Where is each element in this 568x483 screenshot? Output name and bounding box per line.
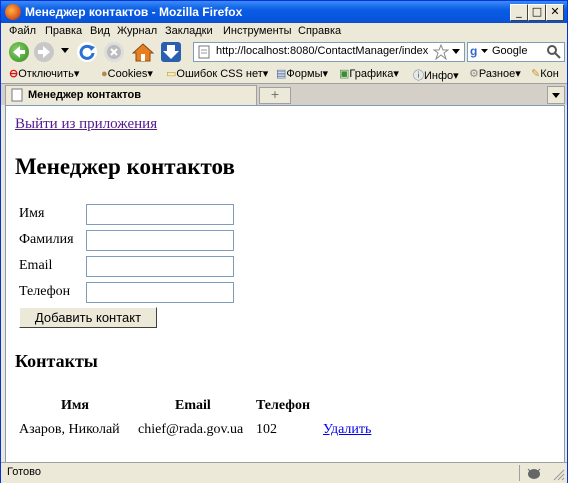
new-tab-button[interactable]: + — [259, 87, 291, 104]
name-input[interactable] — [86, 204, 234, 225]
tab-page-icon — [11, 88, 23, 102]
google-icon[interactable]: g — [470, 44, 477, 58]
contacts-heading: Контакты — [15, 351, 98, 371]
menu-tools[interactable]: Инструменты — [223, 25, 292, 37]
url-bar[interactable]: http://localhost:8080/ContactManager/ind… — [193, 42, 465, 62]
menu-help[interactable]: Справка — [298, 25, 341, 37]
cookies-menu[interactable]: ●Cookies▾ — [101, 67, 153, 80]
column-header-name: Имя — [61, 398, 89, 413]
page-title: Менеджер контактов — [15, 154, 235, 179]
status-bar: Готово — [1, 462, 567, 483]
firebug-icon[interactable] — [525, 465, 543, 481]
url-dropdown-icon[interactable] — [452, 49, 460, 55]
close-button[interactable]: ✕ — [546, 4, 564, 21]
reload-icon — [79, 44, 95, 60]
menu-view[interactable]: Вид — [90, 25, 110, 37]
column-header-phone: Телефон — [256, 398, 311, 413]
forms-menu[interactable]: ▤Формы▾ — [276, 67, 328, 80]
forward-button[interactable] — [34, 42, 54, 62]
back-button[interactable] — [9, 42, 29, 62]
surname-input[interactable] — [86, 230, 234, 251]
menu-history[interactable]: Журнал — [117, 25, 157, 37]
download-button[interactable] — [161, 42, 181, 62]
stop-icon — [107, 45, 121, 59]
menu-edit[interactable]: Правка — [45, 25, 82, 37]
images-menu[interactable]: ▣Графика▾ — [339, 67, 399, 80]
disable-menu[interactable]: ⊖Отключить▾ — [9, 67, 79, 80]
bookmark-star-icon[interactable] — [433, 44, 449, 60]
delete-contact-link[interactable]: Удалить — [323, 422, 371, 438]
search-input[interactable]: Google — [492, 45, 527, 57]
contact-name: Азаров, Николай — [19, 422, 120, 437]
info-icon: ⓘ — [413, 70, 424, 82]
name-label: Имя — [19, 206, 45, 221]
menu-bookmarks[interactable]: Закладки — [165, 25, 213, 37]
css-icon: ▭ — [166, 68, 177, 80]
tab-list-button[interactable] — [547, 86, 565, 104]
web-developer-toolbar: ⊖Отключить▾ ●Cookies▾ ▭Ошибок CSS нет▾ ▤… — [1, 64, 567, 83]
console-menu[interactable]: ✎Кон — [531, 67, 559, 80]
menu-file[interactable]: Файл — [9, 25, 36, 37]
resize-grip-icon[interactable] — [551, 467, 565, 481]
reload-button[interactable] — [77, 42, 97, 62]
title-bar[interactable]: Менеджер контактов - Mozilla Firefox _ □… — [1, 1, 567, 23]
firefox-logo-icon — [5, 4, 21, 20]
logout-link[interactable]: Выйти из приложения — [15, 116, 157, 133]
css-menu[interactable]: ▭Ошибок CSS нет▾ — [166, 67, 268, 80]
download-icon — [163, 45, 179, 59]
page-content: Выйти из приложения Менеджер контактов И… — [5, 105, 565, 463]
email-label: Email — [19, 258, 53, 273]
contact-email: chief@rada.gov.ua — [138, 422, 244, 437]
email-input[interactable] — [86, 256, 234, 277]
history-dropdown-icon[interactable] — [61, 48, 69, 54]
cookie-icon: ● — [101, 68, 108, 80]
page-icon — [198, 45, 210, 59]
forms-icon: ▤ — [276, 68, 287, 80]
tab-label: Менеджер контактов — [28, 89, 142, 101]
maximize-button[interactable]: □ — [528, 4, 546, 21]
info-menu[interactable]: ⓘИнфо▾ — [413, 67, 459, 83]
status-divider — [519, 465, 520, 481]
menu-bar: Файл Правка Вид Журнал Закладки Инструме… — [1, 23, 567, 40]
no-entry-icon: ⊖ — [9, 68, 19, 80]
contact-phone: 102 — [256, 422, 277, 437]
search-bar[interactable]: g Google — [467, 42, 565, 62]
browser-window: Менеджер контактов - Mozilla Firefox _ □… — [0, 0, 568, 483]
misc-menu[interactable]: ⚙Разное▾ — [469, 67, 521, 80]
status-text: Готово — [7, 466, 41, 478]
tab-list-dropdown-icon — [552, 93, 560, 98]
stop-button[interactable] — [104, 42, 124, 62]
search-engine-dropdown-icon[interactable] — [481, 49, 488, 54]
add-contact-button[interactable]: Добавить контакт — [19, 307, 157, 328]
tab-bar: Менеджер контактов + — [1, 83, 567, 105]
phone-input[interactable] — [86, 282, 234, 303]
window-title: Менеджер контактов - Mozilla Firefox — [25, 5, 243, 19]
home-icon — [131, 43, 155, 62]
console-icon: ✎ — [531, 68, 541, 80]
phone-label: Телефон — [19, 284, 71, 299]
tab-contact-manager[interactable]: Менеджер контактов — [5, 85, 257, 105]
back-arrow-icon — [13, 46, 25, 58]
misc-icon: ⚙ — [469, 68, 479, 80]
surname-label: Фамилия — [19, 232, 74, 247]
images-icon: ▣ — [339, 68, 350, 80]
url-text: http://localhost:8080/ContactManager/ind… — [216, 45, 429, 57]
forward-arrow-icon — [38, 46, 50, 58]
navigation-toolbar: http://localhost:8080/ContactManager/ind… — [1, 40, 567, 64]
home-button[interactable] — [131, 42, 155, 62]
column-header-email: Email — [175, 398, 211, 413]
minimize-button[interactable]: _ — [510, 4, 528, 21]
search-icon[interactable] — [546, 44, 562, 60]
